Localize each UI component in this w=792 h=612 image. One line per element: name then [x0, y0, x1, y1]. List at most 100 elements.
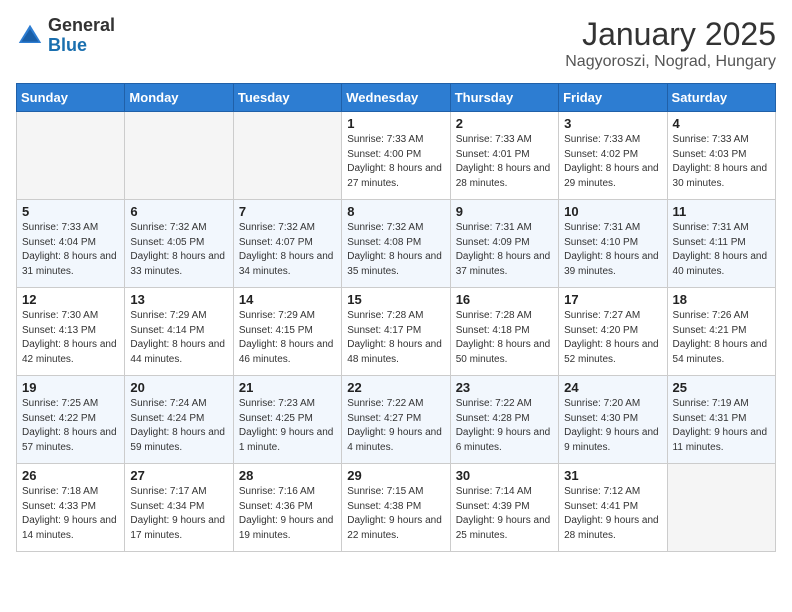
calendar-cell: 31 Sunrise: 7:12 AMSunset: 4:41 PMDayligh… [559, 464, 667, 552]
day-info: Sunrise: 7:29 AMSunset: 4:15 PMDaylight:… [239, 309, 336, 367]
calendar-cell: 20Sunrise: 7:24 AMSunset: 4:24 PMDayligh… [125, 376, 233, 464]
calendar-cell: 4 Sunrise: 7:33 AMSunset: 4:03 PMDaylight… [667, 112, 775, 200]
calendar-cell: 18 Sunrise: 7:26 AMSunset: 4:21 PMDayligh… [667, 288, 775, 376]
logo: General Blue [16, 16, 115, 56]
calendar-week-row: 12Sunrise: 7:30 AMSunset: 4:13 PMDayligh… [17, 288, 776, 376]
calendar-cell: 30Sunrise: 7:14 AMSunset: 4:39 PMDayligh… [450, 464, 558, 552]
day-number: 8 [347, 204, 444, 219]
day-number: 5 [22, 204, 119, 219]
day-info: Sunrise: 7:32 AMSunset: 4:07 PMDaylight:… [239, 221, 336, 279]
day-number: 13 [130, 292, 227, 307]
day-info: Sunrise: 7:20 AMSunset: 4:30 PMDaylight:… [564, 397, 661, 455]
day-number: 20 [130, 380, 227, 395]
day-info: Sunrise: 7:32 AMSunset: 4:05 PMDaylight:… [130, 221, 227, 279]
day-number: 28 [239, 468, 336, 483]
calendar-week-row: 1 Sunrise: 7:33 AMSunset: 4:00 PMDaylight… [17, 112, 776, 200]
day-info: Sunrise: 7:25 AMSunset: 4:22 PMDaylight:… [22, 397, 119, 455]
calendar-cell: 5 Sunrise: 7:33 AMSunset: 4:04 PMDaylight… [17, 200, 125, 288]
day-number: 14 [239, 292, 336, 307]
day-info: Sunrise: 7:32 AMSunset: 4:08 PMDaylight:… [347, 221, 444, 279]
calendar-cell: 29Sunrise: 7:15 AMSunset: 4:38 PMDayligh… [342, 464, 450, 552]
day-number: 1 [347, 116, 444, 131]
day-info: Sunrise: 7:27 AMSunset: 4:20 PMDaylight:… [564, 309, 661, 367]
calendar-cell: 10 Sunrise: 7:31 AMSunset: 4:10 PMDayligh… [559, 200, 667, 288]
calendar-cell: 12Sunrise: 7:30 AMSunset: 4:13 PMDayligh… [17, 288, 125, 376]
calendar-cell: 17 Sunrise: 7:27 AMSunset: 4:20 PMDayligh… [559, 288, 667, 376]
day-number: 4 [673, 116, 770, 131]
day-number: 21 [239, 380, 336, 395]
calendar-cell: 1 Sunrise: 7:33 AMSunset: 4:00 PMDaylight… [342, 112, 450, 200]
weekday-tuesday: Tuesday [233, 84, 341, 112]
day-number: 22 [347, 380, 444, 395]
page-header: General Blue January 2025 Nagyoroszi, No… [16, 16, 776, 71]
location-title: Nagyoroszi, Nograd, Hungary [565, 53, 776, 71]
day-info: Sunrise: 7:30 AMSunset: 4:13 PMDaylight:… [22, 309, 119, 367]
day-info: Sunrise: 7:12 AMSunset: 4:41 PMDaylight:… [564, 485, 661, 543]
day-number: 23 [456, 380, 553, 395]
day-info: Sunrise: 7:14 AMSunset: 4:39 PMDaylight:… [456, 485, 553, 543]
calendar-cell: 13 Sunrise: 7:29 AMSunset: 4:14 PMDayligh… [125, 288, 233, 376]
calendar-cell: 9 Sunrise: 7:31 AMSunset: 4:09 PMDaylight… [450, 200, 558, 288]
calendar-cell [125, 112, 233, 200]
calendar-cell: 23Sunrise: 7:22 AMSunset: 4:28 PMDayligh… [450, 376, 558, 464]
day-info: Sunrise: 7:29 AMSunset: 4:14 PMDaylight:… [130, 309, 227, 367]
month-title: January 2025 [565, 16, 776, 53]
day-number: 25 [673, 380, 770, 395]
calendar-cell: 19 Sunrise: 7:25 AMSunset: 4:22 PMDayligh… [17, 376, 125, 464]
day-info: Sunrise: 7:28 AMSunset: 4:17 PMDaylight:… [347, 309, 444, 367]
calendar-cell [667, 464, 775, 552]
calendar-cell: 14 Sunrise: 7:29 AMSunset: 4:15 PMDayligh… [233, 288, 341, 376]
day-number: 31 [564, 468, 661, 483]
calendar-week-row: 19 Sunrise: 7:25 AMSunset: 4:22 PMDayligh… [17, 376, 776, 464]
day-info: Sunrise: 7:22 AMSunset: 4:27 PMDaylight:… [347, 397, 444, 455]
day-info: Sunrise: 7:31 AMSunset: 4:09 PMDaylight:… [456, 221, 553, 279]
calendar-cell: 24 Sunrise: 7:20 AMSunset: 4:30 PMDayligh… [559, 376, 667, 464]
weekday-monday: Monday [125, 84, 233, 112]
day-number: 16 [456, 292, 553, 307]
day-info: Sunrise: 7:31 AMSunset: 4:10 PMDaylight:… [564, 221, 661, 279]
day-info: Sunrise: 7:33 AMSunset: 4:03 PMDaylight:… [673, 133, 770, 191]
day-number: 11 [673, 204, 770, 219]
calendar-week-row: 26 Sunrise: 7:18 AMSunset: 4:33 PMDayligh… [17, 464, 776, 552]
weekday-wednesday: Wednesday [342, 84, 450, 112]
day-number: 26 [22, 468, 119, 483]
calendar-cell [233, 112, 341, 200]
day-number: 6 [130, 204, 227, 219]
day-number: 19 [22, 380, 119, 395]
day-info: Sunrise: 7:33 AMSunset: 4:01 PMDaylight:… [456, 133, 553, 191]
day-info: Sunrise: 7:26 AMSunset: 4:21 PMDaylight:… [673, 309, 770, 367]
weekday-saturday: Saturday [667, 84, 775, 112]
calendar-cell: 11 Sunrise: 7:31 AMSunset: 4:11 PMDayligh… [667, 200, 775, 288]
logo-blue: Blue [48, 36, 115, 56]
day-number: 3 [564, 116, 661, 131]
weekday-sunday: Sunday [17, 84, 125, 112]
calendar-cell: 6 Sunrise: 7:32 AMSunset: 4:05 PMDaylight… [125, 200, 233, 288]
day-number: 7 [239, 204, 336, 219]
day-number: 29 [347, 468, 444, 483]
calendar-cell: 25Sunrise: 7:19 AMSunset: 4:31 PMDayligh… [667, 376, 775, 464]
day-number: 9 [456, 204, 553, 219]
day-info: Sunrise: 7:17 AMSunset: 4:34 PMDaylight:… [130, 485, 227, 543]
logo-icon [16, 22, 44, 50]
day-info: Sunrise: 7:23 AMSunset: 4:25 PMDaylight:… [239, 397, 336, 455]
calendar-week-row: 5 Sunrise: 7:33 AMSunset: 4:04 PMDaylight… [17, 200, 776, 288]
day-info: Sunrise: 7:33 AMSunset: 4:00 PMDaylight:… [347, 133, 444, 191]
calendar-cell: 21 Sunrise: 7:23 AMSunset: 4:25 PMDayligh… [233, 376, 341, 464]
day-number: 15 [347, 292, 444, 307]
weekday-header-row: SundayMondayTuesdayWednesdayThursdayFrid… [17, 84, 776, 112]
day-number: 24 [564, 380, 661, 395]
day-number: 17 [564, 292, 661, 307]
day-info: Sunrise: 7:18 AMSunset: 4:33 PMDaylight:… [22, 485, 119, 543]
day-info: Sunrise: 7:31 AMSunset: 4:11 PMDaylight:… [673, 221, 770, 279]
calendar-cell: 3Sunrise: 7:33 AMSunset: 4:02 PMDaylight… [559, 112, 667, 200]
title-area: January 2025 Nagyoroszi, Nograd, Hungary [565, 16, 776, 71]
logo-general: General [48, 16, 115, 36]
day-number: 18 [673, 292, 770, 307]
calendar-cell: 15 Sunrise: 7:28 AMSunset: 4:17 PMDayligh… [342, 288, 450, 376]
day-info: Sunrise: 7:33 AMSunset: 4:04 PMDaylight:… [22, 221, 119, 279]
day-info: Sunrise: 7:28 AMSunset: 4:18 PMDaylight:… [456, 309, 553, 367]
day-number: 10 [564, 204, 661, 219]
calendar-cell: 16 Sunrise: 7:28 AMSunset: 4:18 PMDayligh… [450, 288, 558, 376]
weekday-friday: Friday [559, 84, 667, 112]
calendar-cell [17, 112, 125, 200]
